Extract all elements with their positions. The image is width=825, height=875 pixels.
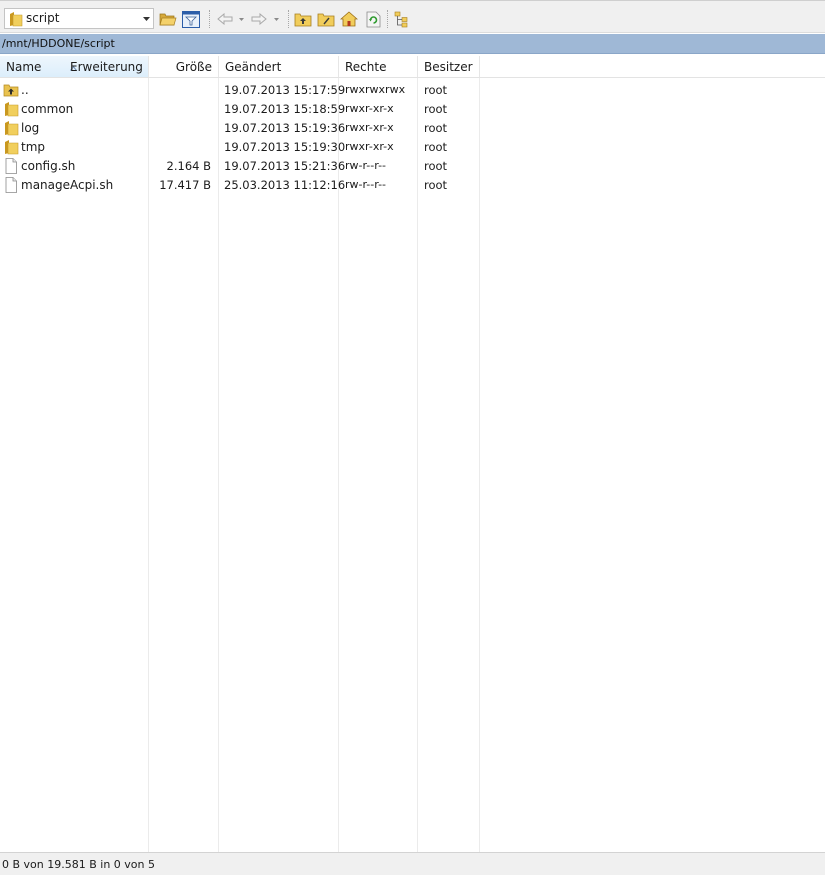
status-bar: 0 B von 19.581 B in 0 von 5 — [0, 852, 825, 875]
toolbar: script — [0, 0, 825, 33]
column-header: Name Erweiterung Größe Geändert Rechte B… — [0, 56, 825, 78]
toolbar-separator — [288, 10, 290, 28]
location-combo[interactable]: script — [4, 8, 154, 29]
column-divider — [479, 78, 480, 852]
file-owner: root — [424, 83, 448, 97]
folder-icon — [9, 11, 23, 30]
file-rights: rwxrwxrwx — [345, 83, 406, 96]
file-rights: rw-r--r-- — [345, 178, 387, 191]
folder-icon — [3, 139, 19, 155]
column-name-label: Name — [6, 60, 42, 74]
document-icon — [3, 177, 19, 193]
file-row[interactable]: manageAcpi.sh 17.417 B 25.03.2013 11:12:… — [0, 175, 480, 194]
column-modified-label: Geändert — [225, 60, 282, 74]
home-icon[interactable] — [340, 10, 358, 28]
file-modified: 19.07.2013 15:19:36 — [224, 121, 346, 135]
file-owner: root — [424, 178, 448, 192]
column-owner-label: Besitzer — [424, 60, 473, 74]
file-row[interactable]: .. 19.07.2013 15:17:59 rwxrwxrwx root — [0, 80, 480, 99]
column-owner-header[interactable]: Besitzer — [418, 56, 480, 77]
toolbar-separator — [209, 10, 211, 28]
file-name: log — [21, 121, 40, 135]
file-owner: root — [424, 121, 448, 135]
column-rights-header[interactable]: Rechte — [339, 56, 418, 77]
column-divider — [417, 78, 418, 852]
file-row[interactable]: log 19.07.2013 15:19:36 rwxr-xr-x root — [0, 118, 480, 137]
status-text: 0 B von 19.581 B in 0 von 5 — [2, 858, 156, 871]
file-name: common — [21, 102, 74, 116]
file-name: tmp — [21, 140, 46, 154]
file-row[interactable]: config.sh 2.164 B 19.07.2013 15:21:36 rw… — [0, 156, 480, 175]
file-rights: rwxr-xr-x — [345, 102, 394, 115]
file-modified: 19.07.2013 15:18:59 — [224, 102, 346, 116]
file-modified: 25.03.2013 11:12:16 — [224, 178, 346, 192]
file-size: 17.417 B — [159, 178, 211, 192]
parent-directory-icon — [3, 82, 19, 98]
file-rights: rwxr-xr-x — [345, 140, 394, 153]
file-row[interactable]: common 19.07.2013 15:18:59 rwxr-xr-x roo… — [0, 99, 480, 118]
file-size: 2.164 B — [166, 159, 211, 173]
folder-icon — [3, 101, 19, 117]
back-icon[interactable] — [216, 10, 234, 28]
column-name-header[interactable]: Name Erweiterung — [0, 56, 149, 77]
current-path: /mnt/HDDONE/script — [2, 37, 115, 50]
file-name: manageAcpi.sh — [21, 178, 114, 192]
filter-icon[interactable] — [182, 10, 200, 28]
column-divider — [218, 78, 219, 852]
file-modified: 19.07.2013 15:21:36 — [224, 159, 346, 173]
location-label: script — [26, 11, 60, 25]
document-icon — [3, 158, 19, 174]
parent-folder-icon[interactable] — [294, 10, 312, 28]
column-extension-label: Erweiterung — [70, 60, 143, 74]
root-folder-icon[interactable] — [317, 10, 335, 28]
file-row[interactable]: tmp 19.07.2013 15:19:30 rwxr-xr-x root — [0, 137, 480, 156]
file-modified: 19.07.2013 15:19:30 — [224, 140, 346, 154]
column-rights-label: Rechte — [345, 60, 387, 74]
file-rights: rw-r--r-- — [345, 159, 387, 172]
forward-icon[interactable] — [250, 10, 268, 28]
file-owner: root — [424, 102, 448, 116]
folder-icon — [3, 120, 19, 136]
column-modified-header[interactable]: Geändert — [219, 56, 339, 77]
column-divider — [148, 78, 149, 852]
chevron-down-icon[interactable] — [140, 9, 152, 28]
file-owner: root — [424, 159, 448, 173]
refresh-icon[interactable] — [364, 10, 382, 28]
file-rights: rwxr-xr-x — [345, 121, 394, 134]
column-size-label: Größe — [175, 60, 212, 74]
toolbar-separator — [387, 10, 389, 28]
tree-view-icon[interactable] — [393, 10, 411, 28]
file-modified: 19.07.2013 15:17:59 — [224, 83, 346, 97]
back-dropdown-icon[interactable] — [237, 10, 245, 28]
file-name: .. — [21, 83, 29, 97]
file-name: config.sh — [21, 159, 76, 173]
path-bar: /mnt/HDDONE/script — [0, 34, 825, 54]
column-size-header[interactable]: Größe — [149, 56, 219, 77]
file-owner: root — [424, 140, 448, 154]
forward-dropdown-icon[interactable] — [272, 10, 280, 28]
open-folder-icon[interactable] — [159, 10, 177, 28]
column-divider — [338, 78, 339, 852]
